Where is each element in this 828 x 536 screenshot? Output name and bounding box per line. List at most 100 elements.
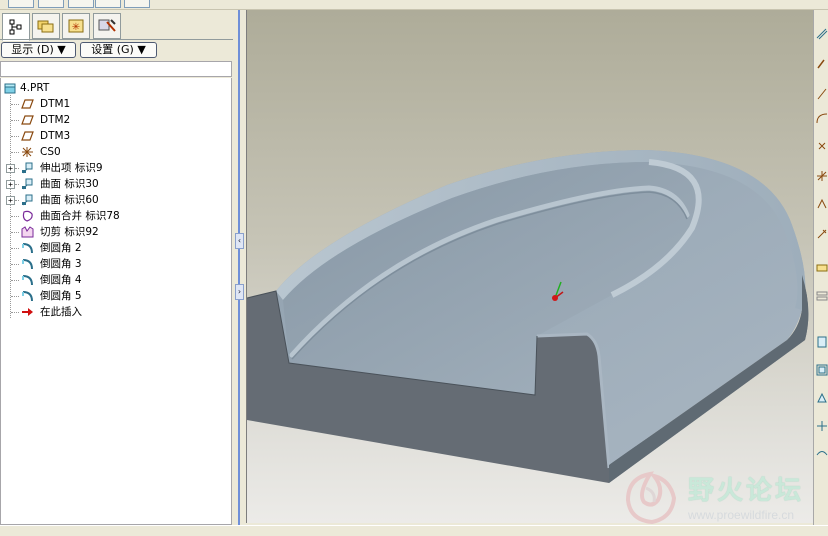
tree-item-dtm3[interactable]: DTM3	[1, 128, 231, 144]
coordinate-system-icon	[22, 147, 33, 157]
tree-item-round-4[interactable]: 倒圆角 4	[1, 272, 231, 288]
tree-connector	[11, 104, 19, 105]
part-icon	[4, 83, 16, 94]
trim-icon[interactable]	[816, 420, 828, 432]
settings-menu-button[interactable]: 设置 (G) ▼	[80, 42, 157, 58]
tree-item-label: 倒圆角 3	[40, 258, 82, 270]
tree-item-surface-60[interactable]: + 曲面 标识60	[1, 192, 231, 208]
tree-item-label: 曲面 标识30	[40, 178, 99, 190]
expand-toggle[interactable]: +	[6, 196, 15, 205]
tree-connector	[15, 168, 19, 169]
tree-item-label: CS0	[40, 146, 61, 158]
pattern-icon[interactable]	[816, 364, 828, 376]
tree-item-round-3[interactable]: 倒圆角 3	[1, 256, 231, 272]
expand-panel-button[interactable]: ›	[235, 284, 244, 300]
tree-item-label: 倒圆角 4	[40, 274, 82, 286]
tree-item-round-2[interactable]: 倒圆角 2	[1, 240, 231, 256]
folder-browser-icon	[37, 20, 54, 33]
datum-plane-icon	[21, 99, 34, 109]
expand-toggle[interactable]: +	[6, 164, 15, 173]
connections-icon	[98, 19, 116, 32]
tab-connections[interactable]	[93, 13, 121, 39]
toolbar-button[interactable]	[8, 0, 34, 8]
tree-connector	[15, 184, 19, 185]
panel-splitter-line	[238, 10, 240, 525]
round-icon	[22, 275, 33, 286]
right-toolbar	[813, 10, 828, 525]
tree-item-label: DTM2	[40, 114, 71, 126]
tree-item-surface-merge-78[interactable]: 曲面合并 标识78	[1, 208, 231, 224]
tree-item-label: 曲面合并 标识78	[40, 210, 120, 222]
round-icon	[22, 243, 33, 254]
tree-item-surface-30[interactable]: + 曲面 标识30	[1, 176, 231, 192]
tree-item-label: 曲面 标识60	[40, 194, 99, 206]
insert-here-arrow-icon	[22, 308, 33, 316]
annotation-icon[interactable]	[816, 228, 828, 240]
tree-connector	[11, 296, 19, 297]
datum-axis-icon[interactable]	[816, 28, 828, 40]
tab-folder-browser[interactable]	[32, 13, 60, 39]
tree-root[interactable]: 4.PRT	[1, 80, 231, 96]
tree-item-cut-92[interactable]: 切剪 标识92	[1, 224, 231, 240]
sketch-tool-icon[interactable]	[816, 58, 828, 70]
tree-item-protrusion-9[interactable]: + 伸出项 标识9	[1, 160, 231, 176]
top-toolbar	[0, 0, 828, 10]
svg-text:✳: ✳	[72, 22, 80, 33]
datum-plane-icon	[21, 131, 34, 141]
tree-connector	[11, 216, 19, 217]
tree-connector	[11, 232, 19, 233]
tab-favorites[interactable]: ✳	[62, 13, 90, 39]
status-bar	[0, 525, 828, 536]
analysis-icon[interactable]	[816, 198, 828, 210]
datum-point-icon[interactable]	[816, 140, 828, 152]
mirror-icon[interactable]	[816, 392, 828, 404]
tab-model-tree[interactable]	[2, 13, 30, 41]
show-menu-button[interactable]: 显示 (D) ▼	[1, 42, 76, 58]
arc-icon[interactable]	[816, 112, 828, 124]
toolbar-button[interactable]	[68, 0, 94, 8]
rectangle-icon[interactable]	[816, 262, 828, 274]
extend-icon[interactable]	[816, 446, 828, 458]
expand-toggle[interactable]: +	[6, 180, 15, 189]
datum-plane-icon	[21, 115, 34, 125]
panel-splitter[interactable]	[234, 10, 246, 525]
tree-item-label: DTM3	[40, 130, 71, 142]
toolbar-button[interactable]	[124, 0, 150, 8]
model-tree-icon	[9, 19, 22, 35]
tree-item-label: 切剪 标识92	[40, 226, 99, 238]
tab-divider	[0, 39, 233, 40]
flame-logo-icon	[625, 471, 677, 525]
coordinate-system-tool-icon[interactable]	[816, 170, 828, 182]
watermark-url: www.proewildfire.cn	[688, 508, 795, 522]
watermark: 野火论坛 www.proewildfire.cn	[618, 468, 820, 528]
tree-connector	[11, 264, 19, 265]
surface-merge-icon	[22, 210, 33, 222]
tree-connector	[11, 120, 19, 121]
tree-item-dtm1[interactable]: DTM1	[1, 96, 231, 112]
tree-item-label: DTM1	[40, 98, 71, 110]
round-icon	[22, 259, 33, 270]
tree-connector	[11, 248, 19, 249]
tree-item-cs0[interactable]: CS0	[1, 144, 231, 160]
protrusion-icon	[22, 162, 33, 174]
tree-item-round-5[interactable]: 倒圆角 5	[1, 288, 231, 304]
tree-item-insert-here[interactable]: 在此插入	[1, 304, 231, 320]
tree-item-label: 伸出项 标识9	[40, 162, 103, 174]
datum-curve-icon[interactable]	[816, 88, 828, 100]
watermark-title: 野火论坛	[688, 476, 805, 506]
part-model	[247, 150, 809, 483]
offset-icon[interactable]	[816, 290, 828, 302]
copy-icon[interactable]	[816, 336, 828, 348]
tree-item-dtm2[interactable]: DTM2	[1, 112, 231, 128]
cut-icon	[21, 226, 34, 238]
tree-item-label: 倒圆角 5	[40, 290, 82, 302]
surface-icon	[22, 194, 33, 206]
toolbar-button[interactable]	[38, 0, 64, 8]
toolbar-button[interactable]	[95, 0, 121, 8]
collapse-panel-button[interactable]: ‹	[235, 233, 244, 249]
favorites-icon: ✳	[68, 19, 84, 33]
round-icon	[22, 291, 33, 302]
navigator-panel: ✳ 显示 (D) ▼ 设置 (G) ▼ 4.PRT DTM1 DTM2 DTM3…	[0, 10, 235, 525]
graphics-viewport[interactable]	[246, 10, 814, 523]
coordinate-triad-origin	[552, 295, 558, 301]
